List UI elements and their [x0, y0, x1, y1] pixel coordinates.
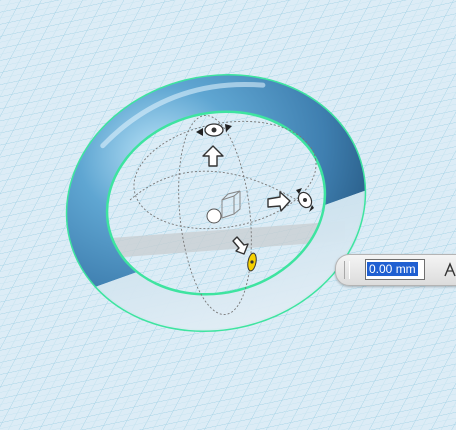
dimension-input[interactable]: [365, 259, 425, 280]
snap-icon[interactable]: [443, 262, 456, 278]
3d-viewport[interactable]: 0.00 mm: [0, 0, 456, 430]
dimension-input-panel: 0.00 mm: [335, 254, 456, 286]
pivot-handle-icon[interactable]: [206, 208, 222, 224]
scene-canvas[interactable]: [0, 0, 456, 430]
panel-grip[interactable]: [344, 261, 350, 279]
